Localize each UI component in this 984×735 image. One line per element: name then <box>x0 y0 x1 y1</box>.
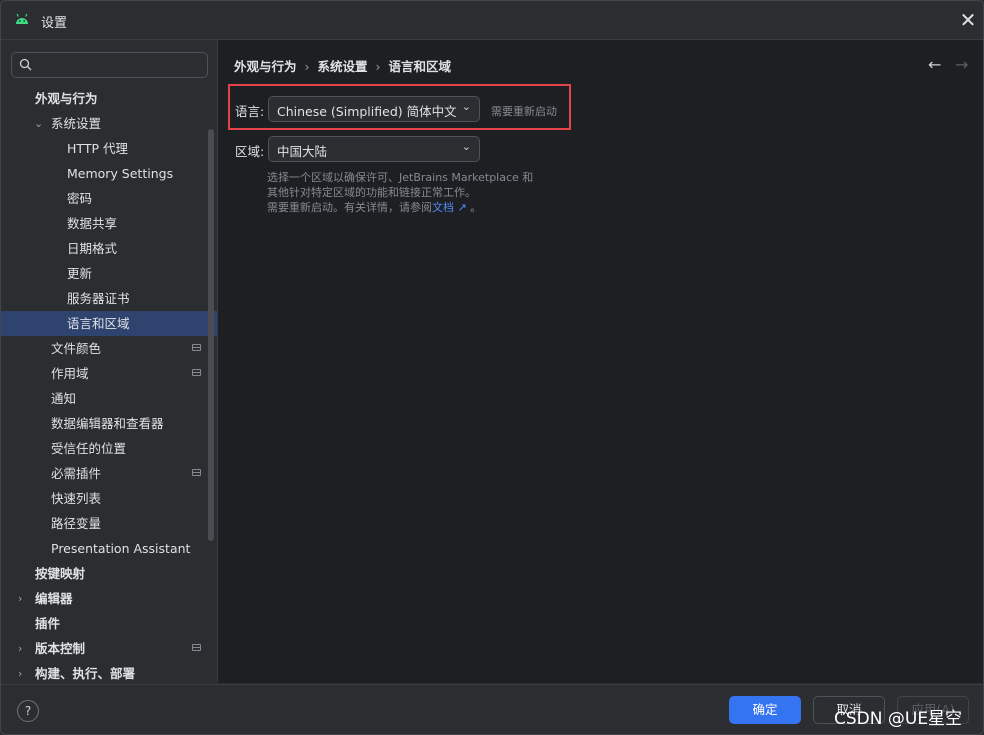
breadcrumb-separator: › <box>375 59 381 74</box>
chevron-right-icon[interactable]: › <box>18 661 22 686</box>
help-icon[interactable]: ? <box>17 700 39 722</box>
project-level-icon <box>192 644 201 651</box>
sidebar-tree-item[interactable]: 通知 <box>1 386 217 411</box>
help-line: 选择一个区域以确保许可、JetBrains Marketplace 和 <box>267 171 534 184</box>
sidebar-tree-item[interactable]: 日期格式 <box>1 236 217 261</box>
sidebar-tree-item-label: 更新 <box>67 266 93 281</box>
sidebar-tree-item-label: 数据编辑器和查看器 <box>51 416 164 431</box>
help-line: 需要重新启动。有关详情，请参阅文档 ↗ 。 <box>267 200 567 215</box>
sidebar-tree-item[interactable]: 作用域 <box>1 361 217 386</box>
language-label: 语言: <box>235 104 265 119</box>
settings-dialog: 设置 ✕ 外观与行为 ⌄ 系统设置 HTTP 代理 Memory Settings 密码数… <box>0 0 984 735</box>
settings-content: 外观与行为 › 系统设置 › 语言和区域 ← → 语言: Chinese (Simpli… <box>218 40 983 683</box>
chevron-down-icon[interactable]: ⌄ <box>34 111 43 136</box>
region-help-text: 选择一个区域以确保许可、JetBrains Marketplace 和 其他针对… <box>267 170 567 215</box>
search-input[interactable] <box>42 56 206 76</box>
sidebar-tree-item[interactable]: › 编辑器 <box>1 586 217 611</box>
sidebar-tree-item[interactable]: 受信任的位置 <box>1 436 217 461</box>
sidebar-tree-item-label: 编辑器 <box>35 591 73 606</box>
breadcrumb-item[interactable]: 外观与行为 <box>234 59 297 74</box>
sidebar-tree-item[interactable]: ⌄ 系统设置 <box>1 111 217 136</box>
sidebar-tree-item[interactable]: 服务器证书 <box>1 286 217 311</box>
search-box[interactable] <box>11 52 208 78</box>
language-combobox[interactable]: Chinese (Simplified) 简体中文 ⌄ <box>268 96 480 122</box>
sidebar-tree-item[interactable]: 必需插件 <box>1 461 217 486</box>
restart-note: 需要重新启动 <box>491 105 557 118</box>
sidebar-tree-item[interactable]: 路径变量 <box>1 511 217 536</box>
sidebar-tree-item-label: Memory Settings <box>67 166 174 181</box>
sidebar-tree-item[interactable]: Presentation Assistant <box>1 536 217 561</box>
help-line: 其他针对特定区域的功能和链接正常工作。 <box>267 186 476 199</box>
sidebar-tree-item[interactable]: 数据编辑器和查看器 <box>1 411 217 436</box>
chevron-right-icon[interactable]: › <box>18 586 22 611</box>
sidebar-tree-item[interactable]: 文件颜色 <box>1 336 217 361</box>
sidebar-tree-item-label: 快速列表 <box>51 491 102 506</box>
sidebar-tree-item-label: 服务器证书 <box>67 291 130 306</box>
sidebar-tree-item[interactable]: HTTP 代理 <box>1 136 217 161</box>
sidebar-tree-item-label: 构建、执行、部署 <box>35 666 136 681</box>
sidebar-tree-item-label: 密码 <box>67 191 93 206</box>
sidebar-tree-item-label: 作用域 <box>51 366 89 381</box>
help-line-suffix: 。 <box>466 201 482 214</box>
chevron-down-icon: ⌄ <box>461 140 471 153</box>
sidebar-tree-item[interactable]: 插件 <box>1 611 217 636</box>
sidebar-tree-item[interactable]: 快速列表 <box>1 486 217 511</box>
sidebar-tree-item-label: 插件 <box>35 616 61 631</box>
ok-button[interactable]: 确定 <box>729 696 801 724</box>
sidebar-tree-item-label: HTTP 代理 <box>67 141 128 156</box>
sidebar-tree-item[interactable]: 数据共享 <box>1 211 217 236</box>
region-combobox[interactable]: 中国大陆 ⌄ <box>268 136 480 162</box>
help-line-prefix: 需要重新启动。有关详情，请参阅 <box>267 201 432 214</box>
sidebar-tree-item-label: 受信任的位置 <box>51 441 127 456</box>
chevron-down-icon: ⌄ <box>461 100 471 113</box>
sidebar-tree-item-label: 版本控制 <box>35 641 86 656</box>
sidebar-tree-item-label: 文件颜色 <box>51 341 102 356</box>
sidebar-tree-item[interactable]: 按键映射 <box>1 561 217 586</box>
sidebar-tree-item-label: 通知 <box>51 391 77 406</box>
back-arrow-icon[interactable]: ← <box>928 55 941 74</box>
sidebar-tree-item-label: 日期格式 <box>67 241 118 256</box>
sidebar-tree-item-label: 路径变量 <box>51 516 102 531</box>
project-level-icon <box>192 344 201 351</box>
title-bar: 设置 ✕ <box>1 1 983 40</box>
region-value: 中国大陆 <box>277 144 328 159</box>
settings-sidebar: 外观与行为 ⌄ 系统设置 HTTP 代理 Memory Settings 密码数据共享日期… <box>1 40 218 683</box>
sidebar-scrollbar[interactable] <box>208 129 214 541</box>
android-icon <box>16 13 28 24</box>
sidebar-tree-item-label: 按键映射 <box>35 566 86 581</box>
close-icon[interactable]: ✕ <box>957 9 979 31</box>
watermark-text: CSDN @UE星空 <box>834 709 963 729</box>
forward-arrow-icon[interactable]: → <box>955 55 968 74</box>
sidebar-tree-item[interactable]: › 构建、执行、部署 <box>1 661 217 686</box>
breadcrumb: 外观与行为 › 系统设置 › 语言和区域 <box>234 56 451 75</box>
sidebar-tree-item[interactable]: › 版本控制 <box>1 636 217 661</box>
breadcrumb-item: 语言和区域 <box>388 59 452 74</box>
breadcrumb-separator: › <box>304 59 310 74</box>
window-title: 设置 <box>41 16 68 31</box>
region-label: 区域: <box>235 144 265 159</box>
project-level-icon <box>192 469 201 476</box>
breadcrumb-item[interactable]: 系统设置 <box>318 59 368 74</box>
chevron-right-icon[interactable]: › <box>18 636 22 661</box>
sidebar-tree-item-label: 必需插件 <box>51 466 102 481</box>
project-level-icon <box>192 369 201 376</box>
sidebar-tree-item-label: 数据共享 <box>67 216 118 231</box>
sidebar-tree-item[interactable]: 密码 <box>1 186 217 211</box>
language-value: Chinese (Simplified) 简体中文 <box>277 104 457 119</box>
sidebar-tree-item-label: Presentation Assistant <box>51 541 191 556</box>
sidebar-tree-item[interactable]: 外观与行为 <box>1 86 217 111</box>
sidebar-tree-item[interactable]: Memory Settings <box>1 161 217 186</box>
sidebar-tree-item-label: 外观与行为 <box>35 91 98 106</box>
sidebar-tree-item[interactable]: 更新 <box>1 261 217 286</box>
search-icon <box>19 58 32 71</box>
sidebar-tree-item[interactable]: 语言和区域 <box>1 311 217 336</box>
docs-link[interactable]: 文档 ↗ <box>432 201 467 214</box>
sidebar-tree-item-label: 语言和区域 <box>67 316 130 331</box>
sidebar-tree-item-label: 系统设置 <box>51 116 102 131</box>
